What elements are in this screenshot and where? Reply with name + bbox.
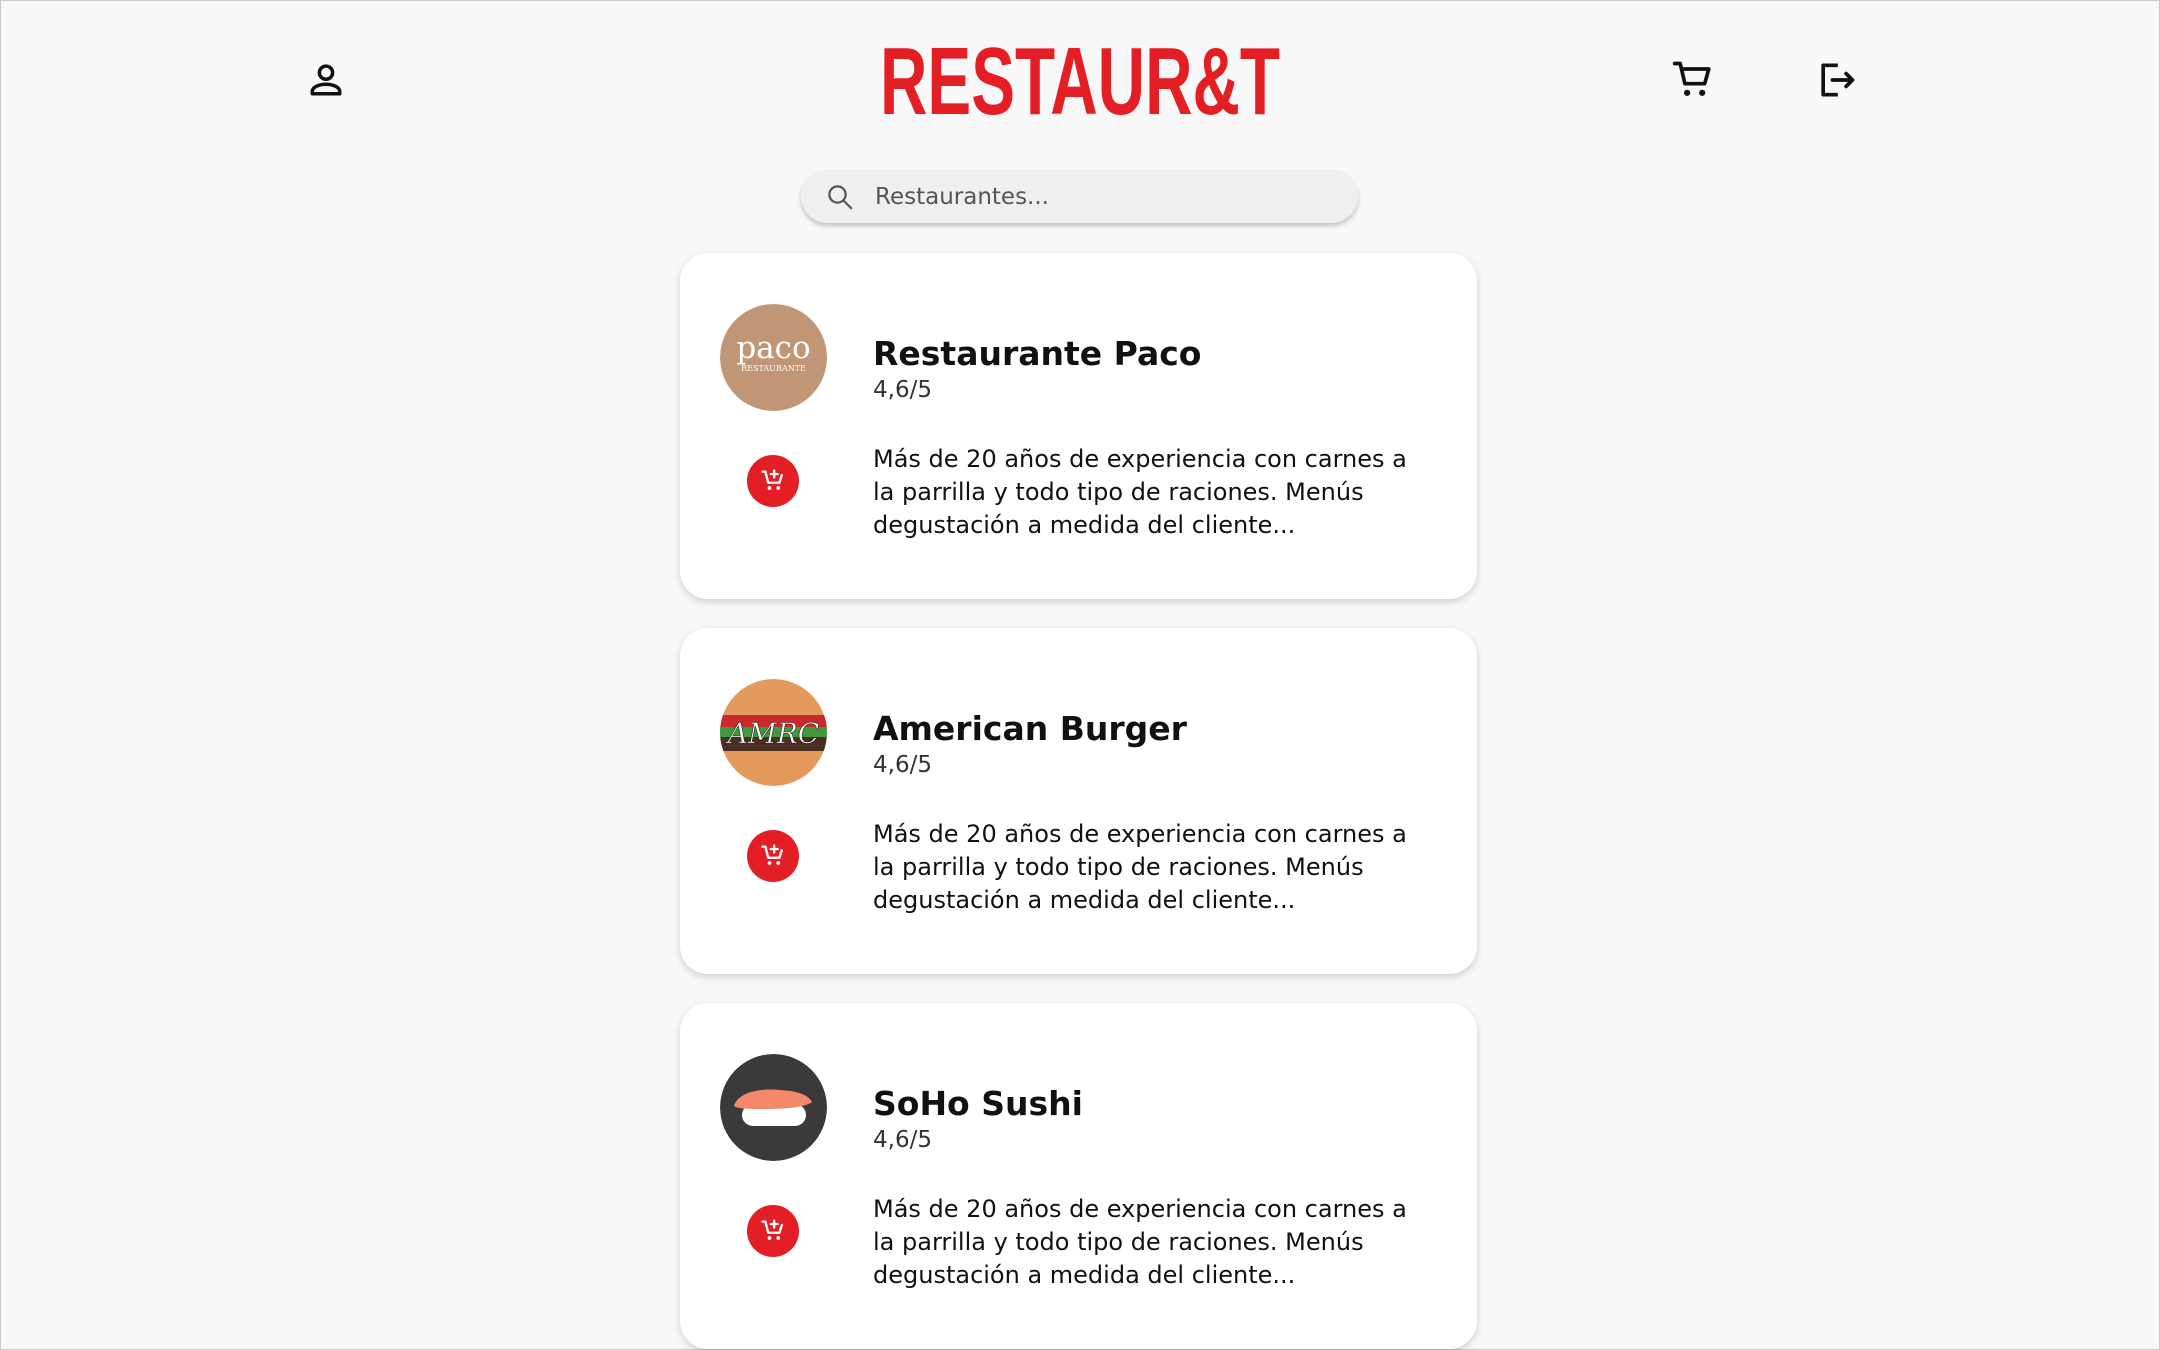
restaurant-rating: 4,6/5 <box>873 752 932 778</box>
restaurant-logo-soho-sushi <box>720 1054 827 1161</box>
svg-text:RESTAURANTE: RESTAURANTE <box>741 364 806 373</box>
restaurant-name[interactable]: Restaurante Paco <box>873 334 1201 373</box>
restaurant-rating: 4,6/5 <box>873 377 932 403</box>
restaurant-rating: 4,6/5 <box>873 1127 932 1153</box>
search-input[interactable] <box>873 182 1317 211</box>
restaurant-name[interactable]: SoHo Sushi <box>873 1084 1083 1123</box>
restaurant-card[interactable]: paco RESTAURANTE Restaurante Paco 4,6/5 … <box>680 253 1477 599</box>
add-to-cart-icon <box>761 1219 783 1240</box>
person-icon <box>310 64 342 96</box>
shopping-cart-icon <box>1672 61 1711 96</box>
profile-button[interactable] <box>298 52 354 108</box>
restaurant-card[interactable]: AMRC American Burger 4,6/5 Más de 20 año… <box>680 628 1477 974</box>
restaurant-description: Más de 20 años de experiencia con carnes… <box>873 445 1407 539</box>
add-to-cart-button[interactable] <box>747 455 799 507</box>
add-to-cart-button[interactable] <box>747 830 799 882</box>
add-to-cart-button[interactable] <box>747 1205 799 1257</box>
svg-text:paco: paco <box>736 330 810 366</box>
logout-icon <box>1821 63 1855 97</box>
restaurant-logo-paco: paco RESTAURANTE <box>720 304 827 411</box>
restaurant-description: Más de 20 años de experiencia con carnes… <box>873 1195 1407 1289</box>
restaurant-description: Más de 20 años de experiencia con carnes… <box>873 820 1407 914</box>
restaurant-name[interactable]: American Burger <box>873 709 1187 748</box>
logout-button[interactable] <box>1808 52 1864 108</box>
search-bar[interactable] <box>801 170 1358 223</box>
restaurant-logo-american-burger: AMRC <box>720 679 827 786</box>
logo-text: RESTAUR&T <box>880 34 1280 126</box>
add-to-cart-icon <box>761 844 783 865</box>
search-icon <box>828 184 853 209</box>
brand-logo[interactable]: RESTAUR&T <box>877 34 1283 126</box>
cart-button[interactable] <box>1665 52 1721 108</box>
restaurant-card[interactable]: SoHo Sushi 4,6/5 Más de 20 años de exper… <box>680 1003 1477 1349</box>
svg-text:AMRC: AMRC <box>725 717 819 750</box>
add-to-cart-icon <box>761 469 783 490</box>
